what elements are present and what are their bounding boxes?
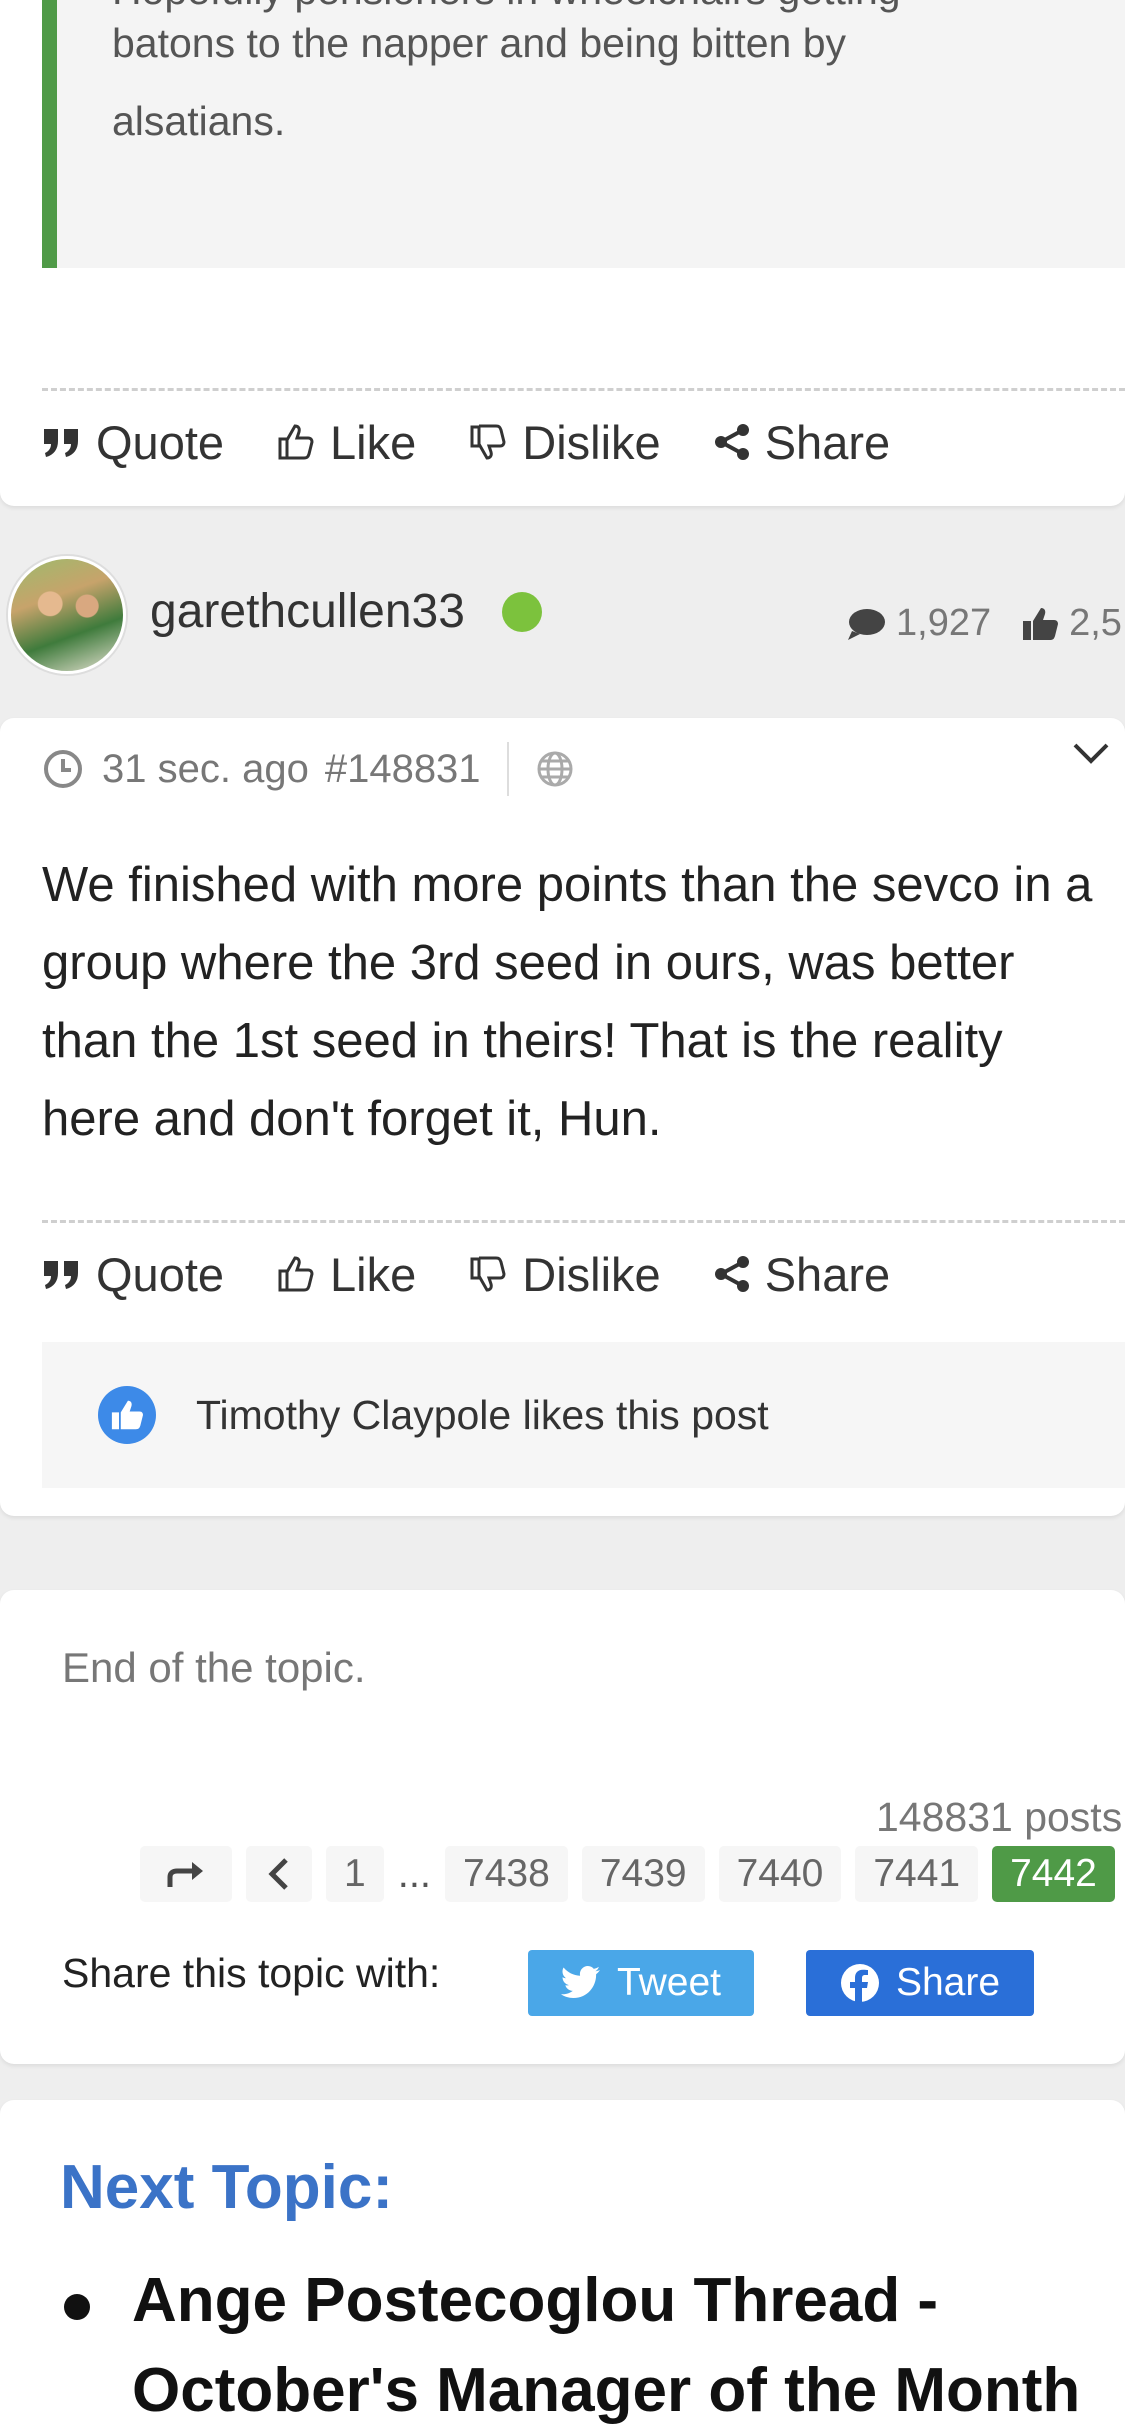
quote-line-2: alsatians. [112,98,286,144]
quote-label: Quote [96,415,225,469]
jump-to-page-button[interactable] [140,1846,232,1902]
like-button[interactable]: Like [276,1247,416,1302]
like-badge-icon [98,1386,156,1444]
page-link-7439[interactable]: 7439 [581,1846,705,1902]
thumbs-up-filled-icon [1023,607,1059,640]
page-link-current[interactable]: 7442 [992,1846,1115,1902]
page-link-7441[interactable]: 7441 [855,1846,979,1902]
chevron-left-icon [268,1858,288,1890]
quote-label: Quote [96,1247,225,1301]
share-label: Share [764,1247,891,1301]
share-icon [714,424,749,460]
user-stats: 1,927 2,5 [846,602,1122,645]
next-topic-title: Ange Postecoglou Thread - October's Mana… [132,2266,1081,2425]
comment-icon [848,608,885,640]
post-actions: Quote Like Dislike Share [42,412,942,472]
post-count: 1,927 [896,602,992,644]
online-status-dot [502,592,542,632]
actions-divider [42,388,1125,391]
quote-icon [44,429,78,457]
clock-icon [44,750,82,788]
dislike-button[interactable]: Dislike [468,415,661,470]
post-actions: Quote Like Dislike Share [42,1244,942,1304]
dislike-label: Dislike [522,1247,661,1301]
tweet-button[interactable]: Tweet [528,1950,754,2016]
share-topic-label: Share this topic with: [62,1950,441,1996]
likes-count: 2,5 [1069,602,1122,644]
share-button[interactable]: Share [713,415,890,470]
list-bullet [64,2294,90,2320]
post-meta: 31 sec. ago #148831 [42,742,575,796]
like-label: Like [330,1247,417,1301]
page-ellipsis: ... [397,1851,432,1896]
prev-page-button[interactable] [246,1846,312,1902]
end-of-topic: End of the topic. [62,1644,366,1691]
quote-line-1: batons to the napper and being bitten by [112,20,847,66]
pagination: 1 ... 7438 7439 7440 7441 7442 [140,1846,1125,1902]
actions-divider [42,1220,1125,1223]
username[interactable]: garethcullen33 [150,584,465,639]
forward-arrow-icon [167,1862,203,1887]
posts-total: 148831 posts [876,1794,1123,1840]
dislike-button[interactable]: Dislike [468,1247,661,1302]
dislike-label: Dislike [522,415,661,469]
next-topic-label: Next Topic: [60,2153,393,2222]
post-number[interactable]: #148831 [325,747,481,792]
page-link-7438[interactable]: 7438 [445,1846,568,1902]
quote-text: batons to the napper and being bitten by… [112,4,1012,160]
tweet-label: Tweet [616,1961,722,2004]
chevron-down-icon[interactable] [1072,736,1110,770]
likes-bar: Timothy Claypole likes this post [42,1342,1125,1488]
like-button[interactable]: Like [276,415,416,470]
next-topic-link[interactable]: Ange Postecoglou Thread - October's Mana… [132,2256,1125,2436]
page-link-7440[interactable]: 7440 [718,1846,842,1902]
like-label: Like [330,415,417,469]
quote-button[interactable]: Quote [42,415,224,470]
facebook-share-label: Share [895,1961,1001,2004]
facebook-icon [840,1964,879,2003]
share-topic-row: Share this topic with: [62,1950,440,1997]
quote-icon [44,1261,78,1289]
share-icon [714,1256,749,1292]
share-label: Share [764,415,891,469]
post-time: 31 sec. ago [102,746,309,791]
share-button[interactable]: Share [713,1247,890,1302]
quote-button[interactable]: Quote [42,1247,224,1302]
thumbs-up-icon [278,424,314,460]
thumbs-up-icon [278,1256,314,1292]
post-body: We finished with more points than the se… [42,858,1093,1146]
avatar[interactable] [8,556,126,674]
meta-separator [506,742,509,796]
twitter-icon [560,1966,600,1998]
thumbs-down-icon [470,1256,506,1292]
page-link-1[interactable]: 1 [326,1846,384,1902]
globe-icon [537,751,573,787]
facebook-share-button[interactable]: Share [806,1950,1034,2016]
thumbs-down-icon [470,424,506,460]
liked-by-text[interactable]: Timothy Claypole likes this post [196,1392,769,1439]
